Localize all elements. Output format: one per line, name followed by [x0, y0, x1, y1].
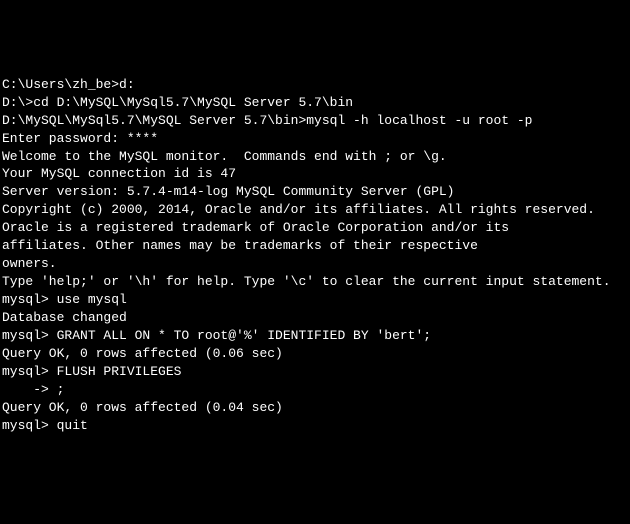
terminal-window[interactable]: C:\Users\zh_be>d:D:\>cd D:\MySQL\MySql5.…	[2, 76, 628, 435]
terminal-line: mysql> GRANT ALL ON * TO root@'%' IDENTI…	[2, 327, 628, 345]
terminal-line: Enter password: ****	[2, 130, 628, 148]
terminal-line: -> ;	[2, 381, 628, 399]
terminal-line: Copyright (c) 2000, 2014, Oracle and/or …	[2, 201, 628, 219]
terminal-line: Query OK, 0 rows affected (0.06 sec)	[2, 345, 628, 363]
terminal-line: Type 'help;' or '\h' for help. Type '\c'…	[2, 273, 628, 291]
terminal-line: Database changed	[2, 309, 628, 327]
terminal-line: D:\MySQL\MySql5.7\MySQL Server 5.7\bin>m…	[2, 112, 628, 130]
terminal-line: Oracle is a registered trademark of Orac…	[2, 219, 628, 237]
terminal-line: C:\Users\zh_be>d:	[2, 76, 628, 94]
terminal-line: mysql> use mysql	[2, 291, 628, 309]
terminal-line: Server version: 5.7.4-m14-log MySQL Comm…	[2, 183, 628, 201]
terminal-line: mysql> FLUSH PRIVILEGES	[2, 363, 628, 381]
terminal-line: Welcome to the MySQL monitor. Commands e…	[2, 148, 628, 166]
terminal-line: affiliates. Other names may be trademark…	[2, 237, 628, 255]
terminal-line: Your MySQL connection id is 47	[2, 165, 628, 183]
terminal-line: owners.	[2, 255, 628, 273]
terminal-line: D:\>cd D:\MySQL\MySql5.7\MySQL Server 5.…	[2, 94, 628, 112]
terminal-line: Query OK, 0 rows affected (0.04 sec)	[2, 399, 628, 417]
terminal-line: mysql> quit	[2, 417, 628, 435]
